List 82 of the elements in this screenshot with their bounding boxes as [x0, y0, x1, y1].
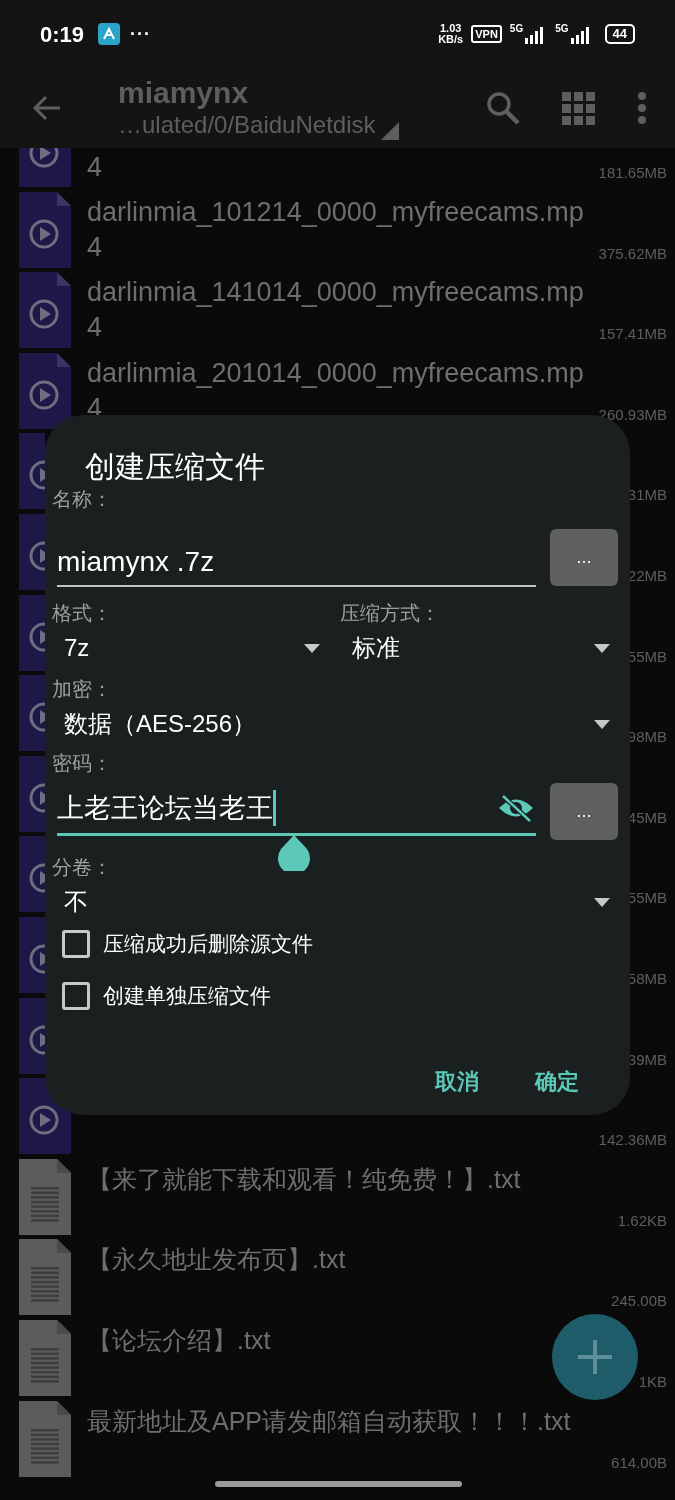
video-file-icon: [19, 352, 71, 429]
file-size: 55MB: [627, 888, 667, 909]
file-size: 1.62KB: [617, 1210, 667, 1231]
file-size: 245.00B: [611, 1291, 667, 1312]
field-label: 加密：: [52, 677, 113, 701]
file-name[interactable]: darlinmia_101214_0000_myfreecams.mp4: [87, 194, 585, 265]
file-size: 58MB: [627, 969, 667, 990]
option-label: 创建单独压缩文件: [103, 983, 271, 1009]
dialog-button[interactable]: 取消: [427, 1061, 487, 1102]
video-file-icon: [19, 433, 45, 510]
text-file-icon: [19, 1319, 71, 1396]
dropdown-corner-icon: [381, 122, 400, 140]
file-size: 614.00B: [611, 1452, 667, 1473]
video-file-icon: [19, 272, 71, 349]
file-size: 39MB: [627, 1049, 667, 1070]
video-file-icon: [19, 916, 45, 993]
file-name[interactable]: 最新地址及APP请发邮箱自动获取！！！.txt: [87, 1403, 571, 1439]
dropdown-caret-icon: [594, 897, 610, 907]
file-name[interactable]: 【论坛介绍】.txt: [87, 1322, 271, 1358]
checkbox[interactable]: [62, 982, 90, 1010]
dropdown-caret-icon: [304, 643, 320, 653]
file-name[interactable]: 【来了就能下载和观看！纯免费！】.txt: [87, 1161, 521, 1197]
network-speed: 1.03: [439, 23, 462, 34]
hide-password-icon: [497, 793, 535, 823]
video-file-icon: [19, 997, 45, 1074]
text-cursor: [273, 790, 276, 826]
field-label: 分卷：: [52, 855, 112, 879]
file-size: 31MB: [627, 485, 667, 506]
file-size: 45MB: [627, 807, 667, 828]
status-time: 0:19: [40, 20, 85, 49]
file-name[interactable]: darlinmia_141014_0000_myfreecams.mp4: [87, 275, 585, 346]
text-file-icon: [19, 1239, 71, 1316]
app-notification-icon: [98, 23, 121, 45]
text-file-icon: [19, 1158, 71, 1235]
video-file-icon: [19, 594, 45, 671]
video-file-icon: [19, 191, 71, 268]
file-size: 98MB: [627, 727, 667, 748]
file-name[interactable]: 4: [87, 150, 103, 185]
field-label: 格式：: [52, 601, 113, 625]
cursor-handle[interactable]: [277, 835, 311, 871]
file-size: 55MB: [627, 646, 667, 667]
field-label: 名称：: [52, 487, 113, 511]
field-label: 密码：: [52, 751, 113, 775]
dropdown[interactable]: 标准: [340, 629, 630, 667]
plus-icon: [578, 1340, 612, 1374]
password-input[interactable]: 上老王论坛当老王: [57, 783, 536, 836]
network-type: 5G: [555, 24, 569, 34]
more-notifications: ···: [130, 22, 152, 46]
field-label: 压缩方式：: [340, 601, 441, 625]
file-size: 260.93MB: [598, 404, 667, 425]
text-file-icon: [19, 1400, 71, 1477]
file-size: 181.65MB: [598, 163, 667, 184]
network-type: 5G: [509, 24, 524, 34]
browse-button[interactable]: ...: [550, 783, 618, 840]
video-file-icon: [19, 836, 45, 913]
dialog-button[interactable]: 确定: [527, 1061, 587, 1102]
option-label: 压缩成功后删除源文件: [103, 931, 313, 957]
dropdown[interactable]: 7z: [52, 629, 340, 667]
grid-view-icon: [562, 91, 595, 125]
file-size: 157.41MB: [598, 324, 667, 345]
battery-level: 44: [604, 24, 635, 44]
file-name[interactable]: 【永久地址发布页】.txt: [87, 1242, 346, 1278]
search-icon: [486, 91, 520, 125]
video-file-icon: [19, 755, 45, 832]
dropdown[interactable]: 不: [52, 883, 630, 921]
more-options-icon: [637, 91, 647, 125]
back-icon: [32, 95, 62, 121]
checkbox[interactable]: [62, 930, 90, 958]
file-size: 375.62MB: [598, 243, 667, 264]
video-file-icon: [19, 513, 45, 590]
speed-unit: KB/s: [438, 34, 464, 45]
file-size: 1KB: [638, 1372, 667, 1392]
dropdown[interactable]: 数据（AES-256）: [52, 705, 630, 743]
folder-title: miamynx: [118, 76, 250, 110]
name-input[interactable]: miamynx .7z: [57, 539, 536, 587]
vpn-badge: VPN: [471, 25, 502, 43]
video-file-icon: [19, 675, 45, 752]
file-size: 22MB: [627, 566, 667, 587]
file-size: 142.36MB: [598, 1130, 667, 1151]
dropdown-caret-icon: [594, 643, 610, 653]
dropdown-caret-icon: [594, 719, 610, 729]
browse-button[interactable]: ...: [550, 529, 618, 586]
